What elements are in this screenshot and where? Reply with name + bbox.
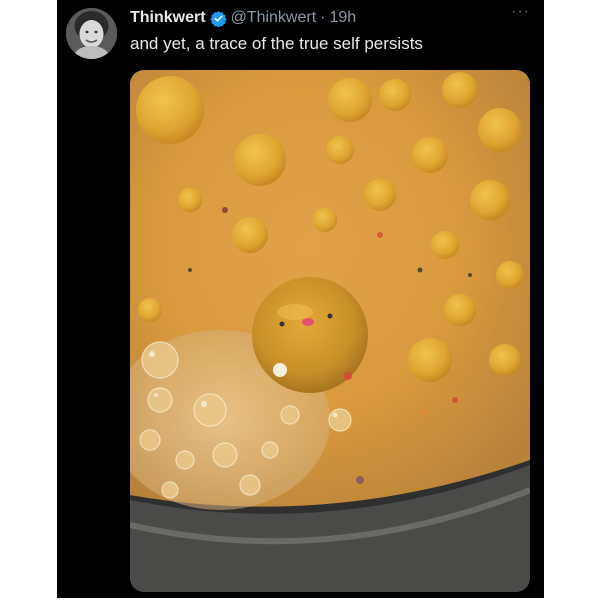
tweet-text: and yet, a trace of the true self persis… (130, 34, 423, 53)
avatar-image (66, 8, 117, 59)
timestamp[interactable]: 19h (329, 9, 356, 27)
more-options-icon[interactable]: ··· (511, 4, 530, 20)
avatar[interactable] (66, 8, 117, 59)
display-name[interactable]: Thinkwert (130, 9, 206, 27)
separator-dot: · (320, 9, 326, 26)
tweet-media[interactable] (130, 70, 530, 592)
verified-badge-icon (209, 10, 227, 27)
broth-photo (130, 70, 530, 592)
tweet-header: Thinkwert @Thinkwert · 19h (130, 6, 534, 30)
user-handle[interactable]: @Thinkwert (231, 9, 317, 27)
tweet-card[interactable]: Thinkwert @Thinkwert · 19h ··· and yet, … (57, 0, 544, 598)
